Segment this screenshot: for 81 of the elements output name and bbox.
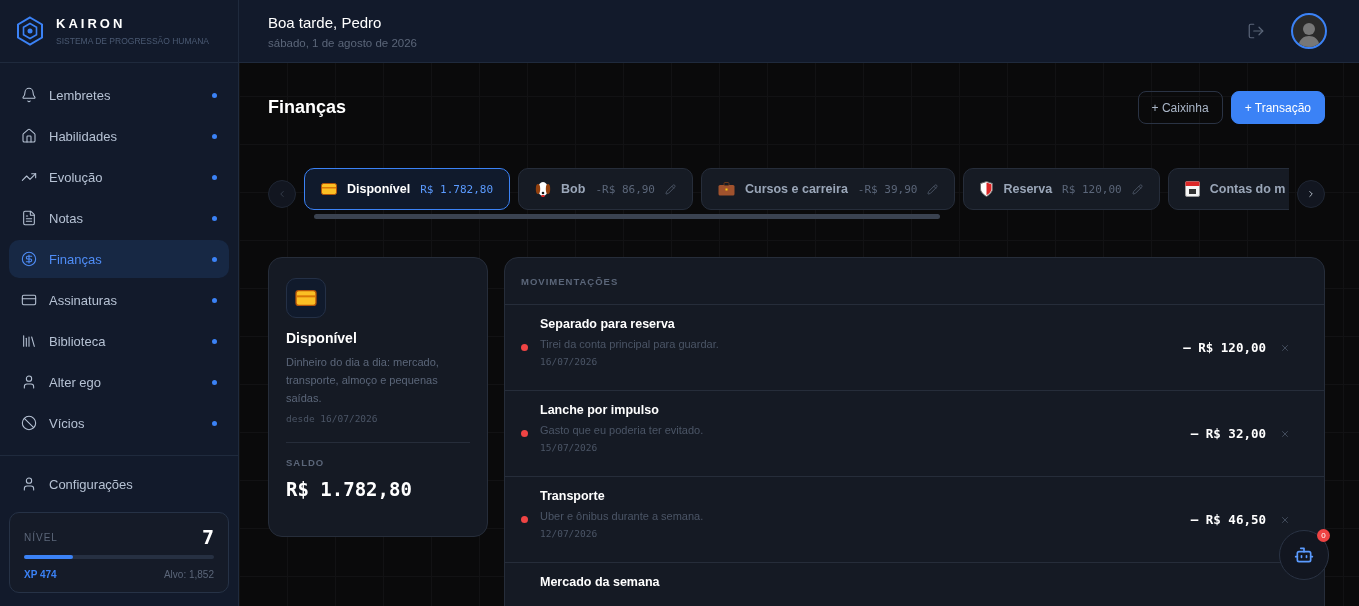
nav-item[interactable]: Vícios: [9, 404, 229, 442]
movement-title: Transporte: [540, 489, 606, 503]
movement-amount: – R$ 32,00: [1190, 426, 1266, 441]
nav-item[interactable]: Assinaturas: [9, 281, 229, 319]
nav-item[interactable]: Finanças: [9, 240, 229, 278]
calendar-icon: [1184, 181, 1200, 197]
delete-icon[interactable]: [1280, 514, 1290, 525]
nav-icon: [21, 87, 37, 103]
movement-row[interactable]: Separado para reserva Tirei da conta principal para guardar. 16/07/2026 – R$ 120,00: [505, 305, 1324, 391]
box-description: Dinheiro do dia a dia: mercado, transporte, almoço e pequenas saídas.: [286, 355, 440, 406]
nav-item[interactable]: Evolução: [9, 158, 229, 196]
brand-name: KAIRON: [56, 16, 127, 31]
movement-date: 15/07/2026: [540, 442, 599, 453]
add-transaction-button[interactable]: + Transação: [1230, 91, 1325, 124]
movement-amount: – R$ 120,00: [1183, 340, 1266, 355]
avatar[interactable]: [1291, 13, 1327, 49]
logout-icon[interactable]: [1247, 22, 1265, 40]
briefcase-icon: [718, 182, 735, 196]
edit-icon[interactable]: [1131, 183, 1143, 195]
nav-item[interactable]: Biblioteca: [9, 322, 229, 360]
box-tab[interactable]: Reserva R$ 120,00: [963, 168, 1160, 210]
nav-icon: [21, 292, 37, 308]
card-icon: [321, 183, 337, 195]
balance-value: R$ 1.782,80: [286, 478, 413, 500]
add-box-button[interactable]: + Caixinha: [1137, 91, 1223, 124]
box-since: desde 16/07/2026: [286, 413, 379, 424]
nav-icon: [21, 251, 37, 267]
movement-date: 12/07/2026: [540, 528, 599, 539]
movement-row[interactable]: Lanche por impulso Gasto que eu poderia ter evitado. 15/07/2026 – R$ 32,00: [505, 391, 1324, 477]
xp-value: XP 474: [24, 569, 57, 580]
nav-icon: [21, 415, 37, 431]
xp-target: Alvo: 1,852: [163, 569, 214, 580]
level-label: NÍVEL: [24, 531, 58, 543]
card-icon: [295, 290, 317, 306]
page-title: Finanças: [268, 97, 347, 118]
box-tab[interactable]: Disponível R$ 1.782,80: [304, 168, 511, 210]
user-icon: [21, 476, 37, 492]
delete-icon[interactable]: [1280, 342, 1290, 353]
box-amount: R$ 120,00: [1062, 182, 1122, 196]
delete-icon[interactable]: [1280, 428, 1290, 439]
nav-item[interactable]: Alter ego: [9, 363, 229, 401]
brand-tagline: SISTEMA DE PROGRESSÃO HUMANA: [56, 36, 210, 46]
movement-title: Separado para reserva: [540, 317, 676, 331]
movement-description: Gasto que eu poderia ter evitado.: [540, 424, 705, 436]
scrollbar-thumb[interactable]: [314, 214, 940, 219]
chevron-left-icon: [277, 188, 287, 199]
level-value: 7: [201, 525, 214, 549]
nav-icon: [21, 333, 37, 349]
scroll-right-button[interactable]: [1297, 179, 1325, 208]
scroll-left-button[interactable]: [268, 179, 296, 208]
box-amount: R$ 1.782,80: [420, 182, 494, 196]
nav-icon: [21, 374, 37, 390]
box-amount: -R$ 39,90: [857, 182, 918, 196]
nav-item[interactable]: Notas: [9, 199, 229, 237]
settings-link[interactable]: Configurações: [9, 464, 229, 504]
movement-amount: – R$ 46,50: [1190, 512, 1266, 527]
movement-title: Mercado da semana: [540, 575, 661, 589]
box-tab[interactable]: Cursos e carreira -R$ 39,90: [701, 168, 956, 210]
box-amount: -R$ 86,90: [595, 182, 655, 196]
nav-icon: [21, 210, 37, 226]
robot-icon: [1294, 545, 1314, 565]
balance-label: SALDO: [286, 457, 326, 468]
box-tab[interactable]: Bob -R$ 86,90: [518, 168, 693, 210]
edit-icon[interactable]: [927, 183, 939, 195]
movement-title: Lanche por impulso: [540, 403, 660, 417]
greeting: Boa tarde, Pedro: [268, 13, 383, 31]
nav-icon: [21, 128, 37, 144]
nav-item[interactable]: Habilidades: [9, 117, 229, 155]
movement-description: Uber e ônibus durante a semana.: [540, 510, 705, 522]
chevron-right-icon: [1306, 188, 1316, 199]
hexagon-logo: [16, 16, 44, 46]
edit-icon[interactable]: [665, 183, 676, 195]
nav-item[interactable]: Lembretes: [9, 76, 229, 114]
dog-icon: [535, 180, 552, 198]
movement-date: 16/07/2026: [540, 356, 599, 367]
date-text: sábado, 1 de agosto de 2026: [268, 36, 418, 49]
box-tab[interactable]: Contas do m: [1167, 168, 1289, 210]
shield-icon: [980, 181, 994, 197]
box-name: Disponível: [286, 330, 358, 346]
movement-description: Tirei da conta principal para guardar.: [540, 338, 720, 350]
movements-title: MOVIMENTAÇÕES: [521, 275, 619, 287]
